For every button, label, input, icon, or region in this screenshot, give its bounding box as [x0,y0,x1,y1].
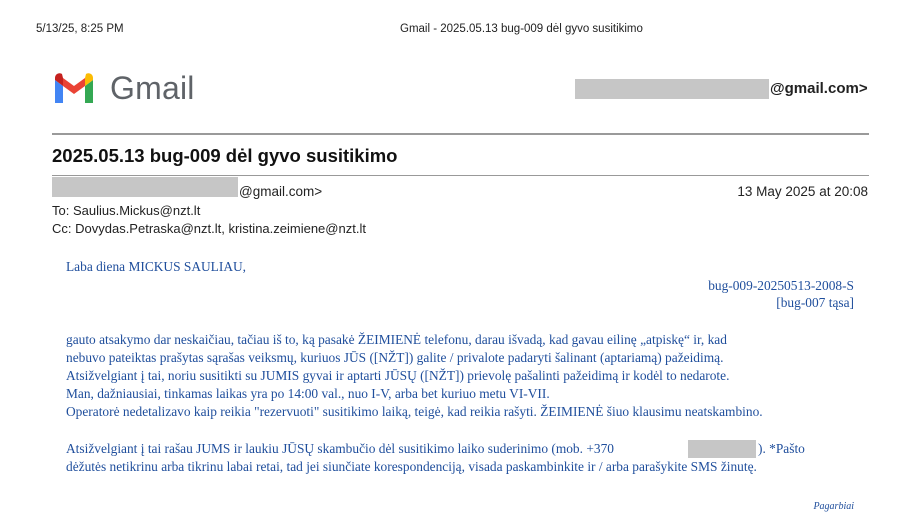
body-paragraph-line: Atsižvelgiant į tai, noriu susitikti su … [66,368,730,383]
body-reference-continuation: [bug-007 tąsa] [776,295,854,310]
gmail-logo: Gmail [52,70,195,107]
recipients-cc: Cc: Dovydas.Petraska@nzt.lt, kristina.ze… [52,221,366,236]
subject-divider [52,175,869,176]
gmail-m-icon [55,72,93,103]
body-greeting: Laba diena MICKUS SAULIAU, [66,259,247,274]
body-signoff: Pagarbiai [813,501,854,512]
body-paragraph-line: nebuvo pateiktas prašytas sąrašas veiksm… [66,350,724,365]
recipients-to: To: Saulius.Mickus@nzt.lt [52,203,201,218]
body-reference-id: bug-009-20250513-2008-S [708,278,854,293]
message-date: 13 May 2025 at 20:08 [737,184,868,199]
header-divider [52,133,869,135]
sender-email-redaction [52,177,238,197]
body-paragraph-line: Operatorė nedetalizavo kaip reikia "reze… [66,404,763,419]
message-subject: 2025.05.13 bug-009 dėl gyvo susitikimo [52,145,398,166]
account-email-domain: @gmail.com> [770,80,868,97]
body-paragraph-line: Man, dažniausiai, tinkamas laikas yra po… [66,386,550,401]
sender-email-domain: @gmail.com> [239,184,323,199]
body-paragraph-line: Atsižvelgiant į tai rašau JUMS ir laukiu… [66,441,614,456]
phone-number-redaction [688,440,756,458]
gmail-wordmark: Gmail [110,70,195,106]
body-paragraph-line: dėžutės netikrinu arba tikrinu labai ret… [66,459,757,474]
print-page-title: Gmail - 2025.05.13 bug-009 dėl gyvo susi… [400,23,643,35]
body-paragraph-line: gauto atsakymo dar neskaičiau, tačiau iš… [66,332,727,347]
account-email-redaction [575,79,769,99]
body-paragraph-fragment: ). *Pašto [758,441,805,456]
print-datetime: 5/13/25, 8:25 PM [36,23,124,35]
